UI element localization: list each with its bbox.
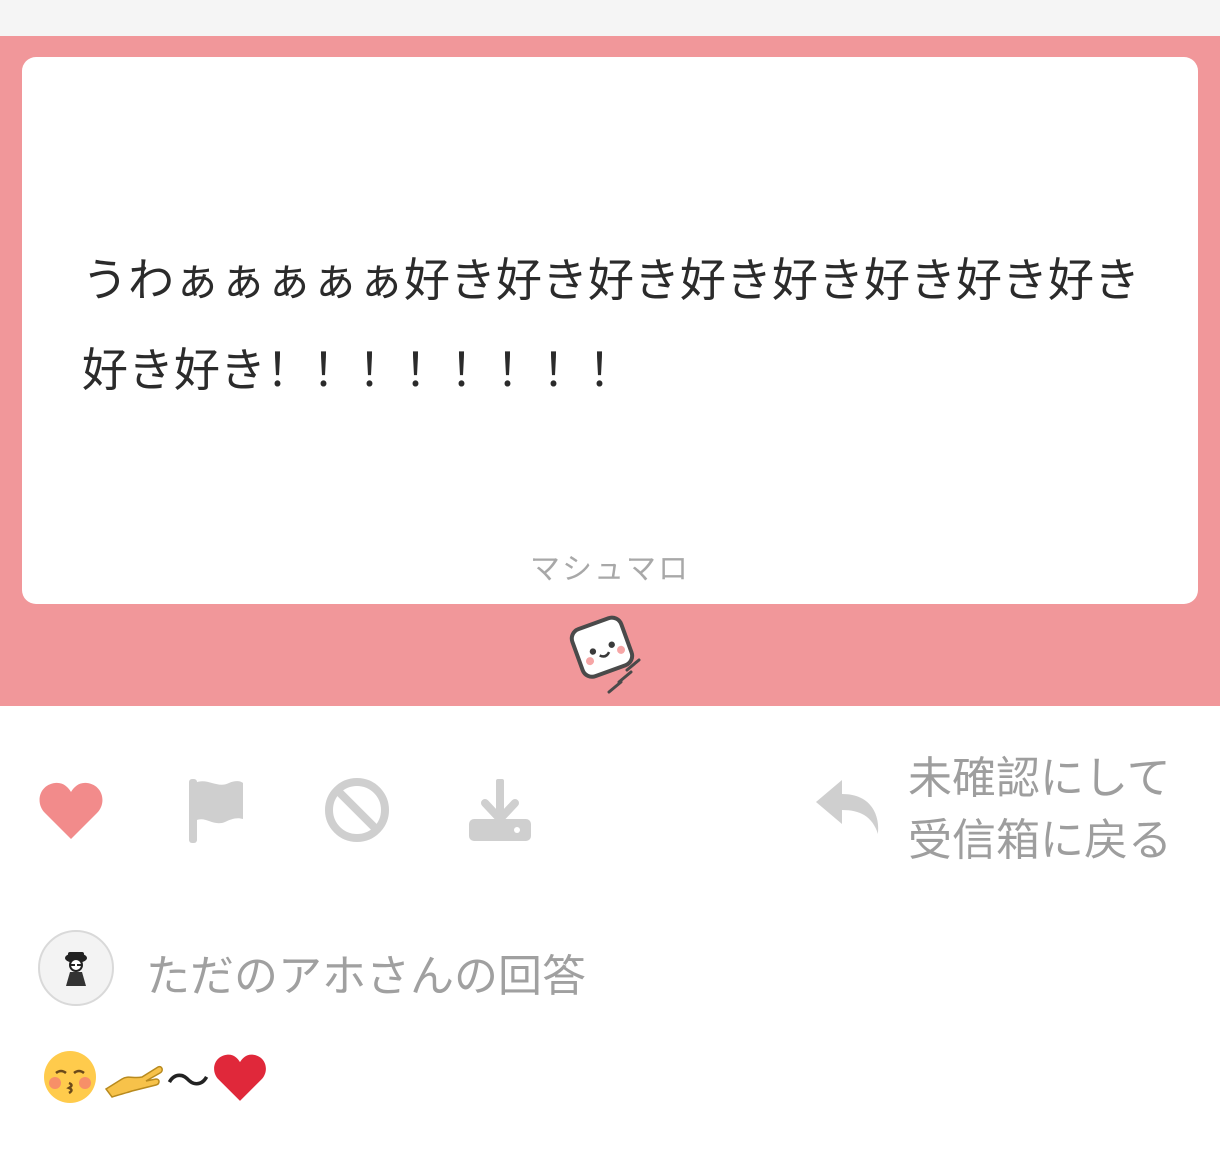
answer-title: ただのアホさんの回答	[146, 951, 586, 1002]
kissing-face-icon	[44, 1051, 96, 1103]
red-heart-icon	[214, 1054, 266, 1101]
block-button[interactable]	[322, 775, 392, 845]
download-button[interactable]	[465, 775, 535, 845]
user-avatar-icon	[65, 952, 87, 986]
download-icon	[469, 779, 531, 841]
mark-unread-label: 未確認にして 受信箱に戻る	[908, 753, 1172, 866]
brand-label: マシュマロ	[530, 552, 690, 587]
like-button[interactable]	[36, 775, 106, 845]
tilde-text: 〜	[166, 1056, 210, 1107]
undo-arrow-icon	[816, 780, 879, 834]
question-text: うわぁぁぁぁぁ好き好き好き好き好き好き好き好き好き好き！！！！！！！！	[82, 253, 1140, 397]
heart-icon	[39, 782, 103, 839]
status-bar	[0, 0, 1220, 36]
hand-palm-up-icon	[104, 1065, 163, 1098]
mark-unread-button[interactable]: 未確認にして 受信箱に戻る	[812, 748, 1192, 868]
avatar[interactable]	[38, 930, 114, 1006]
question-card: うわぁぁぁぁぁ好き好き好き好き好き好き好き好き好き好き！！！！！！！！ マシュマ…	[22, 57, 1198, 604]
flag-icon	[189, 779, 243, 843]
answer-body: 〜	[42, 1042, 268, 1112]
marshmallow-mascot-icon	[569, 615, 641, 694]
report-button[interactable]	[180, 775, 250, 845]
block-icon	[325, 778, 389, 842]
